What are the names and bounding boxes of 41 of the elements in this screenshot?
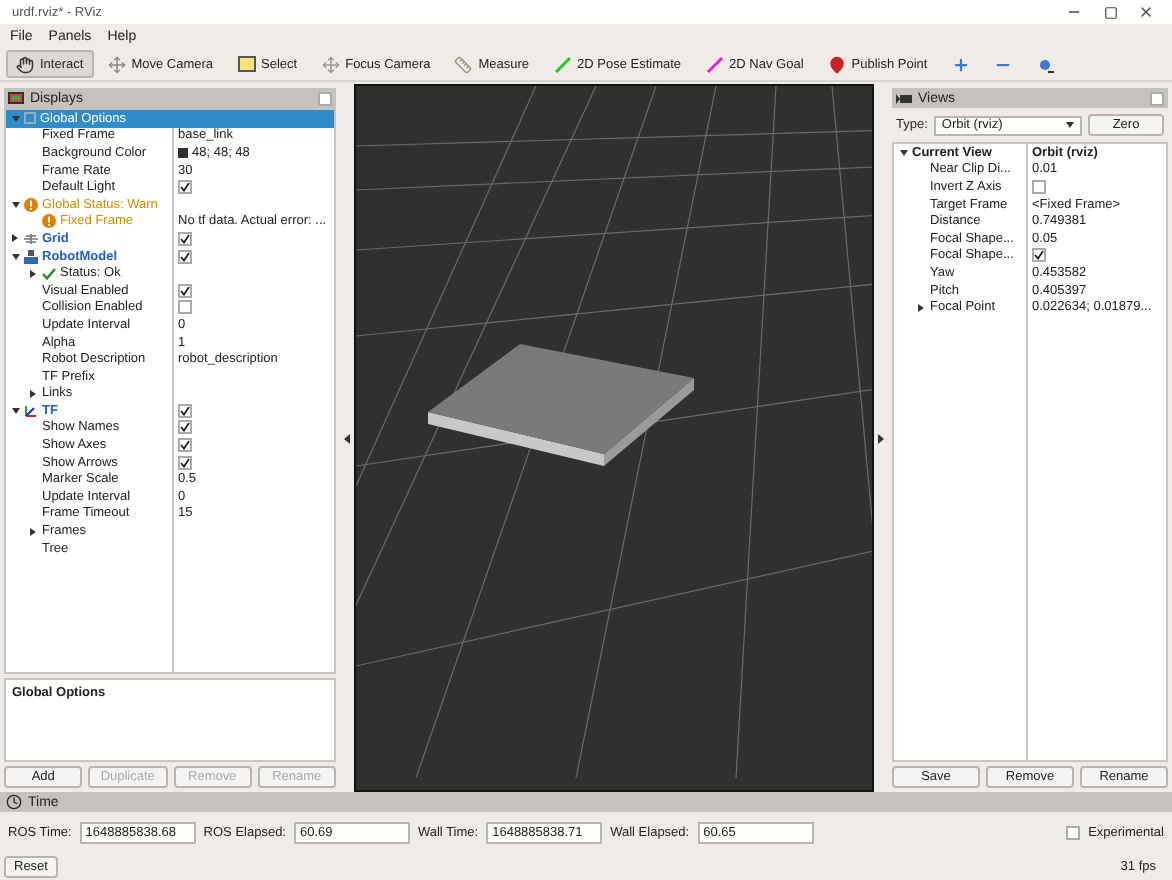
checkbox[interactable] — [178, 249, 192, 264]
options-icon — [24, 112, 36, 125]
collapse-arrow-icon[interactable] — [11, 407, 19, 414]
checkbox[interactable] — [178, 231, 192, 246]
caret-icon — [1066, 122, 1074, 128]
checkbox[interactable] — [1066, 825, 1081, 839]
splitter-arrow-icon[interactable] — [878, 433, 884, 443]
expand-arrow-icon[interactable] — [30, 269, 36, 278]
expand-arrow-icon[interactable] — [30, 527, 36, 536]
plus-icon — [951, 55, 970, 73]
checkmark-icon — [42, 267, 56, 280]
move-icon — [107, 55, 126, 73]
checkbox[interactable] — [178, 455, 192, 470]
checkbox[interactable] — [1032, 179, 1046, 194]
close-icon[interactable] — [1138, 4, 1154, 20]
clock-icon — [6, 794, 22, 810]
checkbox[interactable] — [178, 438, 192, 453]
splitter-arrow-icon[interactable] — [344, 433, 350, 443]
ruler-icon — [454, 55, 473, 73]
robot-icon — [24, 249, 38, 264]
grid-icon — [24, 233, 38, 244]
collapse-arrow-icon[interactable] — [899, 149, 907, 156]
hand-icon — [16, 55, 34, 73]
checkbox[interactable] — [178, 420, 192, 435]
expand-arrow-icon[interactable] — [918, 303, 924, 312]
map-pin-icon — [827, 55, 846, 73]
warning-icon — [42, 214, 56, 229]
axes-icon — [24, 403, 38, 418]
camera-icon — [896, 93, 912, 103]
expand-arrow-icon[interactable] — [30, 389, 36, 398]
monitor-icon — [8, 91, 24, 105]
select-icon — [237, 56, 256, 72]
maximize-icon[interactable] — [1103, 5, 1117, 19]
dot-icon — [1035, 55, 1054, 73]
checkbox[interactable] — [178, 300, 192, 315]
checkbox[interactable] — [1032, 248, 1046, 263]
checkbox[interactable] — [178, 180, 192, 195]
checkbox[interactable] — [178, 283, 192, 298]
checkbox[interactable] — [178, 403, 192, 418]
warning-icon — [24, 197, 38, 212]
expand-arrow-icon[interactable] — [12, 234, 18, 243]
